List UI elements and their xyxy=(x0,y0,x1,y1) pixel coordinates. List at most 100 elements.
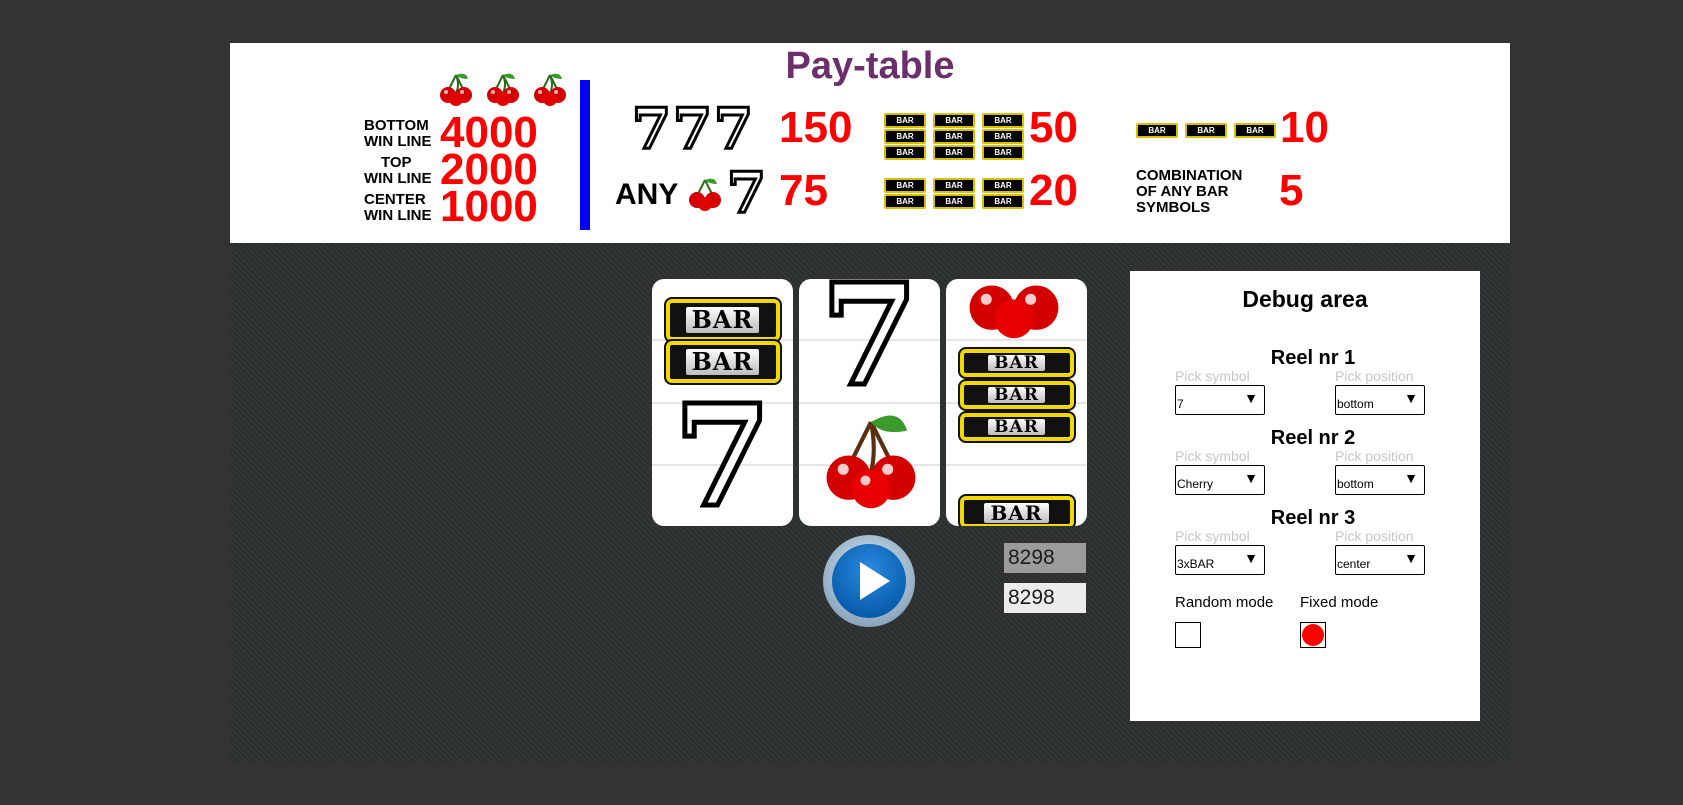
three-triple-bar-symbols: BAR BAR BAR BAR BAR BAR BAR BAR BAR xyxy=(884,113,1024,160)
triple-bar-icon: BAR BAR BAR xyxy=(933,113,975,160)
bar-symbol: BAR xyxy=(665,299,780,341)
fixed-mode-label: Fixed mode xyxy=(1300,594,1379,611)
three-sevens-value: 150 xyxy=(779,103,853,152)
credit-display: 8298 xyxy=(1004,543,1086,573)
reel3-position-value: center xyxy=(1337,557,1371,571)
debug-panel: Debug area Reel nr 1 Pick symbol Pick po… xyxy=(1130,271,1480,721)
reel3-position-select[interactable]: center ▼ xyxy=(1335,545,1425,575)
three-double-bar-symbols: BAR BAR BAR BAR BAR BAR xyxy=(884,178,1024,209)
paytable-title: Pay-table xyxy=(785,45,955,87)
reel-separator xyxy=(946,464,1087,466)
reel-1: BAR BAR 7 xyxy=(652,279,793,526)
dropdown-arrow-icon: ▼ xyxy=(1244,550,1258,566)
three-single-bar-symbols: BAR BAR BAR xyxy=(1136,123,1276,138)
debug-title: Debug area xyxy=(1242,286,1368,312)
random-mode-checkbox[interactable] xyxy=(1175,622,1201,648)
reel3-pick-symbol-label: Pick symbol xyxy=(1175,528,1250,544)
reel1-position-value: bottom xyxy=(1337,397,1374,411)
mini-bar: BAR xyxy=(884,178,926,193)
double-bar-icon: BAR BAR xyxy=(933,178,975,209)
dropdown-arrow-icon: ▼ xyxy=(1404,550,1418,566)
reel2-pick-position-label: Pick position xyxy=(1335,448,1414,464)
double-bar-icon: BAR BAR xyxy=(982,178,1024,209)
reel2-symbol-select[interactable]: Cherry ▼ xyxy=(1175,465,1265,495)
bar-text: BAR xyxy=(988,419,1045,436)
dropdown-arrow-icon: ▼ xyxy=(1244,390,1258,406)
combination-line1: COMBINATION xyxy=(1136,167,1243,184)
random-mode-label: Random mode xyxy=(1175,594,1274,611)
center-winline-value: 1000 xyxy=(440,182,538,231)
reel1-title: Reel nr 1 xyxy=(1270,347,1356,369)
mini-bar: BAR xyxy=(982,194,1024,209)
cherry-icon xyxy=(689,178,721,211)
seven-icon: 7 xyxy=(726,160,768,226)
bar-symbol: BAR xyxy=(959,413,1074,441)
combination-line2: OF ANY BAR xyxy=(1136,183,1229,200)
three-sevens-symbols: 7 7 7 xyxy=(631,96,755,162)
top-label-line2: WIN LINE xyxy=(364,170,432,187)
reel-3: BAR BAR BAR BAR xyxy=(946,279,1087,526)
cherry-icon xyxy=(440,73,472,106)
bar-text: BAR xyxy=(685,307,760,333)
reel3-symbol-value: 3xBAR xyxy=(1177,557,1215,571)
dropdown-arrow-icon: ▼ xyxy=(1244,470,1258,486)
single-bar-icon: BAR xyxy=(1185,123,1227,138)
seven-symbol: 7 xyxy=(818,279,920,418)
triple-bar-icon: BAR BAR BAR xyxy=(982,113,1024,160)
play-icon xyxy=(860,562,890,600)
reel3-title: Reel nr 3 xyxy=(1270,507,1356,529)
bar-text: BAR xyxy=(685,349,760,375)
mini-bar: BAR xyxy=(982,113,1024,128)
mini-bar: BAR xyxy=(982,145,1024,160)
bar-text: BAR xyxy=(988,355,1045,372)
dropdown-arrow-icon: ▼ xyxy=(1404,390,1418,406)
bar-symbol: BAR xyxy=(959,381,1074,409)
reel2-pick-symbol-label: Pick symbol xyxy=(1175,448,1250,464)
seven-symbol: 7 xyxy=(671,375,773,527)
cherry-symbol xyxy=(969,285,1059,339)
double-bar-icon: BAR BAR xyxy=(884,178,926,209)
combination-value: 5 xyxy=(1279,166,1304,215)
reel1-pick-position-label: Pick position xyxy=(1335,368,1414,384)
reel1-symbol-value: 7 xyxy=(1177,397,1184,411)
bottom-label-line2: WIN LINE xyxy=(364,133,432,150)
three-double-bar-value: 20 xyxy=(1029,166,1078,215)
fixed-mode-checkbox[interactable] xyxy=(1300,622,1326,648)
cherry-symbol xyxy=(826,415,916,509)
cherry-icon xyxy=(534,73,566,106)
center-label-line2: WIN LINE xyxy=(364,207,432,224)
three-triple-bar-value: 50 xyxy=(1029,103,1078,152)
reel3-symbol-select[interactable]: 3xBAR ▼ xyxy=(1175,545,1265,575)
reel2-position-select[interactable]: bottom ▼ xyxy=(1335,465,1425,495)
reel1-symbol-select[interactable]: 7 ▼ xyxy=(1175,385,1265,415)
single-bar-icon: BAR xyxy=(1234,123,1276,138)
combination-line3: SYMBOLS xyxy=(1136,199,1211,216)
credit-input[interactable]: 8298 xyxy=(1004,583,1086,613)
bar-symbol: BAR xyxy=(959,496,1074,526)
top-label-line1: TOP xyxy=(381,154,412,171)
reel1-pick-symbol-label: Pick symbol xyxy=(1175,368,1250,384)
seven-icon: 7 xyxy=(671,96,713,162)
dropdown-arrow-icon: ▼ xyxy=(1404,470,1418,486)
mini-bar: BAR xyxy=(884,129,926,144)
bar-symbol: BAR xyxy=(959,349,1074,377)
paytable: Pay-table BOTTOM WIN LINE 4000 TOP WIN L… xyxy=(230,43,1510,243)
center-winline-label: CENTER WIN LINE xyxy=(364,192,432,224)
reel3-pick-position-label: Pick position xyxy=(1335,528,1414,544)
spin-button[interactable] xyxy=(823,535,915,627)
reel-2: 7 xyxy=(799,279,940,526)
triple-bar-icon: BAR BAR BAR xyxy=(884,113,926,160)
mini-bar: BAR xyxy=(982,178,1024,193)
combination-label: COMBINATION OF ANY BAR SYMBOLS xyxy=(1136,168,1242,216)
reel2-symbol-value: Cherry xyxy=(1177,477,1214,491)
cherry-icon xyxy=(487,73,519,106)
mini-bar: BAR xyxy=(933,178,975,193)
top-winline-label: TOP WIN LINE xyxy=(364,155,432,187)
spin-button-inner[interactable] xyxy=(832,544,906,618)
bottom-label-line1: BOTTOM xyxy=(364,117,429,134)
reels: BAR BAR 7 7 BAR BAR BAR BAR xyxy=(652,279,1087,526)
any-cherry-seven-value: 75 xyxy=(779,166,828,215)
reel1-position-select[interactable]: bottom ▼ xyxy=(1335,385,1425,415)
reel2-position-value: bottom xyxy=(1337,477,1374,491)
seven-icon: 7 xyxy=(631,96,673,162)
